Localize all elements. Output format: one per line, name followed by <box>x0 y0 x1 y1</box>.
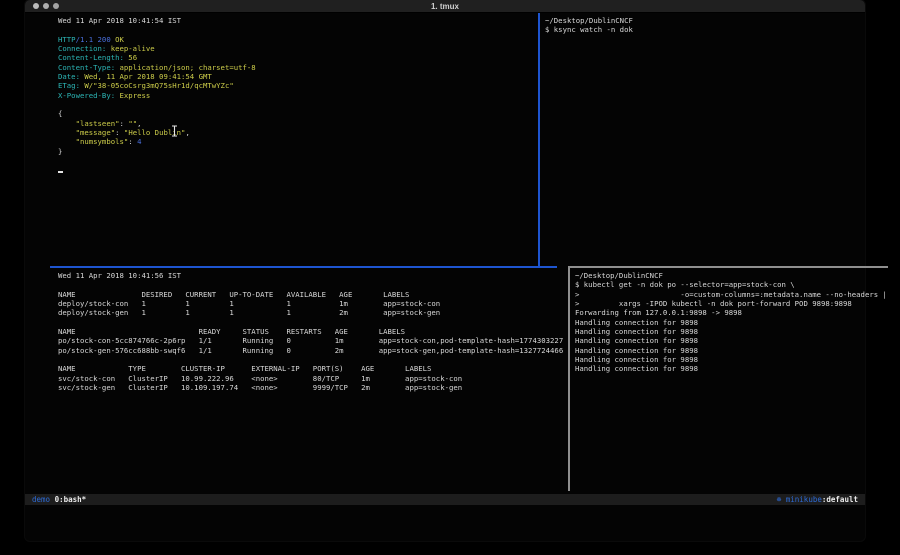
session-name[interactable]: demo <box>32 494 50 505</box>
text-segment: "" <box>128 119 137 128</box>
window-title: 1. tmux <box>25 1 865 12</box>
terminal-line: Wed 11 Apr 2018 10:41:56 IST <box>58 271 567 280</box>
terminal-line: Content-Length: 56 <box>58 53 537 62</box>
terminal-line: { <box>58 109 537 118</box>
pane-divider-vertical[interactable] <box>568 267 570 491</box>
text-segment: 56 <box>124 53 137 62</box>
text-segment: : <box>120 119 129 128</box>
terminal-line: deploy/stock-con 1 1 1 1 1m app=stock-co… <box>58 299 567 308</box>
kubernetes-helm-icon: ☸ <box>777 494 786 505</box>
tmux-pane-port-forward[interactable]: ~/Desktop/DublinCNCF$ kubectl get -n dok… <box>571 268 890 490</box>
text-segment: : <box>115 128 124 137</box>
terminal-line <box>58 280 567 289</box>
terminal-cursor <box>58 171 63 174</box>
text-segment: Content-Type: <box>58 63 115 72</box>
terminal-line: svc/stock-gen ClusterIP 10.109.197.74 <n… <box>58 383 567 392</box>
terminal-line: Handling connection for 9898 <box>575 336 890 345</box>
status-left: demo 0:bash* <box>32 494 86 505</box>
terminal-line: Connection: keep-alive <box>58 44 537 53</box>
terminal-line: po/stock-con-5cc874766c-2p6rp 1/1 Runnin… <box>58 336 567 345</box>
tmux-pane-kubectl-resources[interactable]: Wed 11 Apr 2018 10:41:56 IST NAME DESIRE… <box>50 268 567 490</box>
terminal-line <box>58 355 567 364</box>
terminal-line: Content-Type: application/json; charset=… <box>58 63 537 72</box>
text-segment: , <box>137 119 141 128</box>
text-segment: W/"38-05coCsrg3mQ75sHr1d/qcMTwYZc" <box>80 81 234 90</box>
terminal-line: svc/stock-con ClusterIP 10.99.222.96 <no… <box>58 374 567 383</box>
terminal-line <box>58 318 567 327</box>
terminal-line: $ ksync watch -n dok <box>545 25 890 34</box>
terminal-line: Handling connection for 9898 <box>575 346 890 355</box>
terminal-line: Handling connection for 9898 <box>575 318 890 327</box>
pane-divider-horizontal[interactable] <box>568 266 888 268</box>
terminal-line: $ kubectl get -n dok po --selector=app=s… <box>575 280 890 289</box>
status-right: ☸ minikube :default <box>777 494 858 505</box>
terminal-line <box>58 156 537 165</box>
terminal-line: ~/Desktop/DublinCNCF <box>575 271 890 280</box>
text-segment: Connection: <box>58 44 106 53</box>
terminal-line: "lastseen": "", <box>58 119 537 128</box>
window-tab-bash[interactable]: 0:bash* <box>50 494 86 505</box>
active-pane-divider-horizontal[interactable] <box>50 266 557 268</box>
terminal-line <box>58 166 537 175</box>
terminal-window: 1. tmux Wed 11 Apr 2018 10:41:54 IST HTT… <box>25 0 865 541</box>
terminal-line: deploy/stock-gen 1 1 1 1 2m app=stock-ge… <box>58 308 567 317</box>
kube-context: minikube <box>786 494 822 505</box>
desktop: 1. tmux Wed 11 Apr 2018 10:41:54 IST HTT… <box>0 0 900 555</box>
text-segment: ETag: <box>58 81 80 90</box>
terminal-line: Wed 11 Apr 2018 10:41:54 IST <box>58 16 537 25</box>
terminal-line: Date: Wed, 11 Apr 2018 09:41:54 GMT <box>58 72 537 81</box>
terminal-line: NAME READY STATUS RESTARTS AGE LABELS <box>58 327 567 336</box>
terminal-line: "message": "Hello Dublin", <box>58 128 537 137</box>
terminal-line: Handling connection for 9898 <box>575 327 890 336</box>
terminal-line: ETag: W/"38-05coCsrg3mQ75sHr1d/qcMTwYZc" <box>58 81 537 90</box>
terminal-line: Handling connection for 9898 <box>575 364 890 373</box>
terminal-line: X-Powered-By: Express <box>58 91 537 100</box>
text-segment: Wed, 11 Apr 2018 09:41:54 GMT <box>80 72 212 81</box>
mouse-cursor-ibeam-icon <box>171 125 178 137</box>
text-segment: X-Powered-By: <box>58 91 115 100</box>
terminal-line: ~/Desktop/DublinCNCF <box>545 16 890 25</box>
text-segment: "numsymbols" <box>58 137 128 146</box>
window-titlebar[interactable]: 1. tmux <box>25 0 865 13</box>
tmux-pane-http-response[interactable]: Wed 11 Apr 2018 10:41:54 IST HTTP/1.1 20… <box>50 13 537 266</box>
text-segment: "lastseen" <box>58 119 120 128</box>
text-segment: Content-Length: <box>58 53 124 62</box>
tmux-status-bar: demo 0:bash* ☸ minikube :default <box>25 494 865 505</box>
terminal-line <box>58 100 537 109</box>
kube-namespace: :default <box>822 494 858 505</box>
text-segment: : <box>128 137 137 146</box>
terminal-line: NAME TYPE CLUSTER-IP EXTERNAL-IP PORT(S)… <box>58 364 567 373</box>
text-segment: , <box>185 128 189 137</box>
tmux-pane-ksync[interactable]: ~/Desktop/DublinCNCF$ ksync watch -n dok <box>541 13 890 266</box>
terminal-line: Handling connection for 9898 <box>575 355 890 364</box>
text-segment: 4 <box>137 137 141 146</box>
terminal-line: } <box>58 147 537 156</box>
text-segment: HTTP <box>58 35 76 44</box>
terminal-line: "numsymbols": 4 <box>58 137 537 146</box>
text-segment: "message" <box>58 128 115 137</box>
terminal-line: > xargs -IPOD kubectl -n dok port-forwar… <box>575 299 890 308</box>
text-segment: Express <box>115 91 150 100</box>
text-segment: application/json; charset=utf-8 <box>115 63 256 72</box>
terminal-line <box>58 25 537 34</box>
terminal-line: NAME DESIRED CURRENT UP-TO-DATE AVAILABL… <box>58 290 567 299</box>
text-segment: keep-alive <box>106 44 154 53</box>
terminal-line: Forwarding from 127.0.0.1:9898 -> 9898 <box>575 308 890 317</box>
active-pane-divider-vertical[interactable] <box>538 13 540 266</box>
text-segment: /1.1 200 <box>76 35 116 44</box>
text-segment: OK <box>115 35 124 44</box>
terminal-line: HTTP/1.1 200 OK <box>58 35 537 44</box>
terminal-line: > -o=custom-columns=:metadata.name --no-… <box>575 290 890 299</box>
terminal-line: po/stock-gen-576cc688bb-swqf6 1/1 Runnin… <box>58 346 567 355</box>
text-segment: Date: <box>58 72 80 81</box>
